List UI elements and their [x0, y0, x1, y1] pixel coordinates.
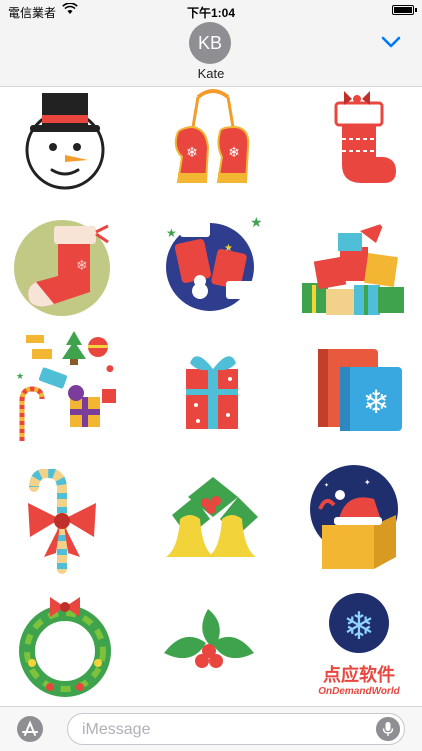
microphone-icon[interactable] [376, 717, 400, 741]
chevron-down-icon[interactable] [380, 34, 402, 50]
stocking-sticker[interactable] [304, 87, 414, 197]
conversation-header: KB Kate [0, 22, 422, 87]
svg-text:✦: ✦ [364, 478, 371, 487]
imessage-field[interactable] [67, 713, 405, 745]
books-sticker[interactable]: ❄ [304, 337, 414, 447]
svg-text:❄: ❄ [363, 383, 390, 421]
svg-text:❄: ❄ [228, 145, 240, 161]
app-store-icon[interactable] [16, 715, 44, 743]
svg-text:●: ● [106, 364, 114, 374]
brand-logo-sticker[interactable]: ❄ 点应软件 OnDemandWorld [304, 589, 414, 699]
clock: 下午1:04 [186, 6, 236, 20]
contact-avatar[interactable]: KB [189, 22, 231, 64]
present-pile-sticker[interactable] [298, 213, 408, 323]
input-bar [0, 706, 422, 751]
gifts-globe-sticker[interactable]: ★ ★ ★ [158, 211, 268, 321]
svg-text:❄: ❄ [343, 604, 375, 648]
svg-text:★: ★ [250, 215, 263, 231]
contact-name[interactable]: Kate [0, 66, 422, 81]
message-input[interactable] [80, 719, 364, 741]
snowman-sticker[interactable] [10, 87, 120, 195]
wreath-sticker[interactable] [10, 593, 120, 703]
snowflake-logo-icon: ❄ [329, 593, 389, 653]
status-bar: 電信業者 下午1:04 [0, 0, 422, 22]
brand-name-cn: 点应软件 [323, 665, 395, 686]
brand-name-en: OnDemandWorld [318, 686, 400, 697]
stocking-circle-sticker[interactable]: ❄ [10, 212, 120, 322]
holly-sticker[interactable] [158, 599, 268, 707]
svg-text:❄: ❄ [76, 258, 88, 274]
svg-text:★: ★ [166, 226, 177, 240]
battery-icon [392, 5, 417, 15]
svg-text:❄: ❄ [186, 145, 198, 161]
svg-text:★: ★ [16, 372, 24, 382]
svg-text:✦: ✦ [324, 482, 329, 489]
sticker-grid: ❄ ❄ ❄ ★ ★ ★ ★ ● ❄ ✦ ✦ ❄ 点应软件 OnDemandWor… [0, 87, 422, 707]
svg-text:★: ★ [224, 243, 233, 254]
mittens-sticker[interactable]: ❄ ❄ [158, 87, 268, 197]
bells-sticker[interactable] [158, 467, 268, 577]
candy-cane-bow-sticker[interactable] [10, 469, 120, 579]
christmas-confetti-sticker[interactable]: ★ ● [10, 331, 120, 441]
santa-box-sticker[interactable]: ✦ ✦ [304, 465, 414, 575]
gift-box-sticker[interactable] [158, 339, 268, 449]
